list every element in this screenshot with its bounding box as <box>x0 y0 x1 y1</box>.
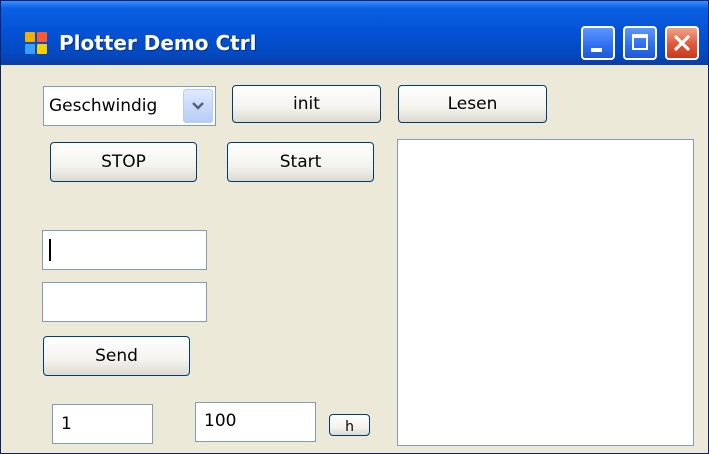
minimize-icon[interactable] <box>581 26 615 60</box>
speed-combobox[interactable]: Geschwindig <box>43 86 216 126</box>
combo-value: Geschwindig <box>49 96 158 116</box>
send-button[interactable]: Send <box>43 336 190 376</box>
init-button[interactable]: init <box>232 85 381 123</box>
numeric-field-right[interactable]: 100 <box>195 402 316 442</box>
start-button[interactable]: Start <box>227 142 374 182</box>
app-window: Plotter Demo Ctrl Geschwindig init Lesen… <box>0 0 709 454</box>
small-button[interactable]: h <box>329 414 370 436</box>
maximize-icon[interactable] <box>623 26 657 60</box>
chevron-down-icon[interactable] <box>183 89 213 123</box>
numeric-field-left[interactable]: 1 <box>52 404 153 444</box>
title-bar[interactable]: Plotter Demo Ctrl <box>1 1 708 65</box>
output-listbox[interactable] <box>397 139 694 446</box>
text-caret <box>49 239 51 261</box>
stop-button[interactable]: STOP <box>50 142 197 182</box>
text-input-1[interactable] <box>42 230 207 270</box>
text-input-2[interactable] <box>42 282 207 322</box>
close-icon[interactable] <box>665 26 699 60</box>
app-icon <box>25 32 47 54</box>
lesen-button[interactable]: Lesen <box>398 85 547 123</box>
window-title: Plotter Demo Ctrl <box>59 31 257 55</box>
